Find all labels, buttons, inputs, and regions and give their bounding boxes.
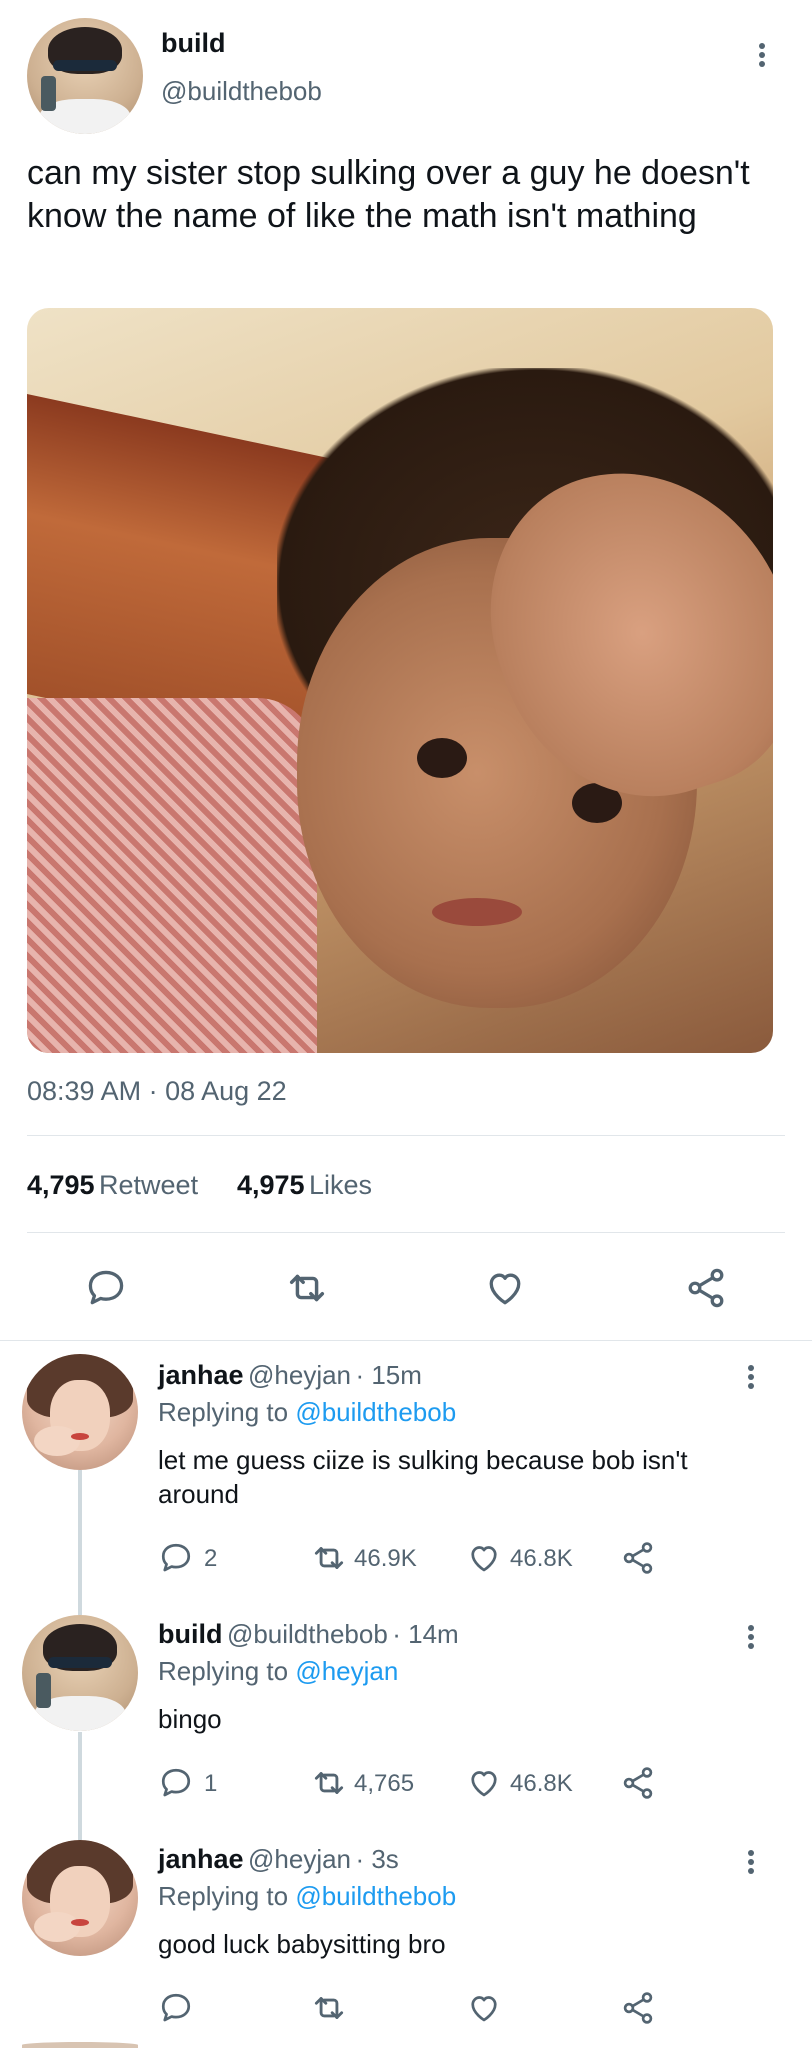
like-count: 46.8K	[510, 1545, 573, 1572]
reply-header: janhae @heyjan · 3s	[158, 1844, 399, 1875]
retweet-icon[interactable]	[309, 1988, 349, 2028]
thread-line	[78, 1732, 82, 1842]
reply-header: janhae @heyjan · 15m	[158, 1360, 422, 1391]
reply-author-name[interactable]: janhae	[158, 1844, 244, 1874]
author-handle[interactable]: @buildthebob	[161, 76, 322, 107]
more-options-icon[interactable]	[748, 1847, 754, 1877]
comment-icon[interactable]	[156, 1763, 196, 1803]
tweet-photo[interactable]	[27, 308, 773, 1053]
reply-count: 2	[204, 1545, 218, 1572]
heart-icon[interactable]	[464, 1538, 504, 1578]
reply-header: build @buildthebob · 14m	[158, 1619, 459, 1650]
heart-icon[interactable]	[464, 1763, 504, 1803]
reply-avatar[interactable]	[22, 1615, 138, 1731]
comment-icon[interactable]	[156, 1988, 196, 2028]
retweet-count: 4,765	[354, 1770, 415, 1797]
reply-text: bingo	[158, 1704, 222, 1734]
tweet-timestamp[interactable]: 08:39 AM · 08 Aug 22	[27, 1076, 287, 1107]
divider	[27, 1232, 785, 1233]
replying-to: Replying to @buildthebob	[158, 1397, 456, 1428]
next-reply-avatar-edge	[22, 2042, 138, 2048]
retweet-count: 46.9K	[354, 1545, 417, 1572]
reply-author-handle[interactable]: @heyjan	[248, 1360, 351, 1390]
retweet-label: Retweet	[99, 1170, 199, 1200]
heart-icon[interactable]	[479, 1262, 531, 1314]
divider	[27, 1135, 785, 1136]
more-options-icon[interactable]	[748, 1362, 754, 1392]
replying-to-link[interactable]: @buildthebob	[295, 1881, 456, 1911]
heart-icon[interactable]	[464, 1988, 504, 2028]
divider	[0, 1340, 812, 1341]
retweet-stat[interactable]: 4,795 Retweet	[27, 1170, 198, 1201]
share-icon[interactable]	[618, 1988, 658, 2028]
more-options-icon[interactable]	[748, 1622, 754, 1652]
reply-avatar[interactable]	[22, 1840, 138, 1956]
likes-stat[interactable]: 4,975 Likes	[237, 1170, 372, 1201]
reply-author-handle[interactable]: @buildthebob	[227, 1619, 388, 1649]
retweet-icon[interactable]	[309, 1763, 349, 1803]
retweet-icon[interactable]	[281, 1262, 333, 1314]
reply-time: · 15m	[355, 1360, 422, 1390]
reply-time: · 14m	[392, 1619, 459, 1649]
replying-label: Replying to	[158, 1881, 289, 1911]
reply-avatar[interactable]	[22, 1354, 138, 1470]
share-icon[interactable]	[618, 1538, 658, 1578]
reply-time: · 3s	[355, 1844, 399, 1874]
replying-to: Replying to @heyjan	[158, 1656, 398, 1687]
share-icon[interactable]	[618, 1763, 658, 1803]
more-options-icon[interactable]	[759, 40, 765, 70]
likes-count: 4,975	[237, 1170, 305, 1200]
like-count: 46.8K	[510, 1770, 573, 1797]
reply-text: let me guess ciize is sulking because bo…	[158, 1445, 688, 1509]
replying-to-link[interactable]: @heyjan	[295, 1656, 398, 1686]
replying-to: Replying to @buildthebob	[158, 1881, 456, 1912]
replying-to-link[interactable]: @buildthebob	[295, 1397, 456, 1427]
replying-label: Replying to	[158, 1397, 289, 1427]
replying-label: Replying to	[158, 1656, 289, 1686]
tweet-text: can my sister stop sulking over a guy he…	[27, 154, 750, 235]
comment-icon[interactable]	[156, 1538, 196, 1578]
reply-author-handle[interactable]: @heyjan	[248, 1844, 351, 1874]
reply-count: 1	[204, 1770, 218, 1797]
reply-author-name[interactable]: build	[158, 1619, 222, 1649]
retweet-count: 4,795	[27, 1170, 95, 1200]
thread-line	[78, 1470, 82, 1615]
reply-text: good luck babysitting bro	[158, 1929, 446, 1959]
author-name[interactable]: build	[161, 28, 225, 59]
retweet-icon[interactable]	[309, 1538, 349, 1578]
likes-label: Likes	[309, 1170, 373, 1200]
comment-icon[interactable]	[80, 1262, 132, 1314]
author-avatar[interactable]	[27, 18, 143, 134]
share-icon[interactable]	[680, 1262, 732, 1314]
reply-author-name[interactable]: janhae	[158, 1360, 244, 1390]
